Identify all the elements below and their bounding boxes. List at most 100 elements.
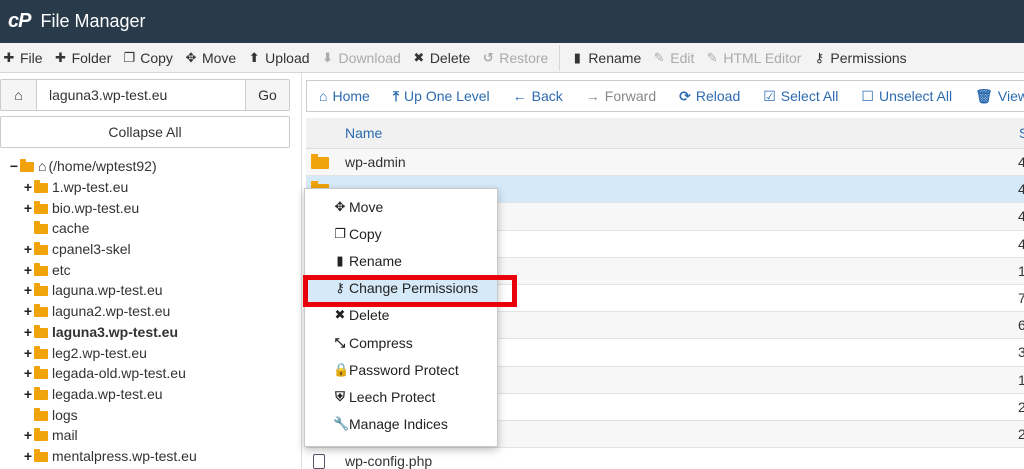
column-header-size[interactable]: S — [1019, 125, 1024, 141]
ctx-leech-protect[interactable]: ⛨ Leech Protect — [305, 383, 497, 410]
table-row[interactable]: wp-admin 4 — [306, 149, 1024, 177]
tree-item-label: laguna2.wp-test.eu — [52, 303, 171, 320]
tree-item-label: legada.wp-test.eu — [52, 385, 163, 402]
tree-item[interactable]: + cpanel3-skel — [0, 239, 300, 260]
ctx-change-permissions[interactable]: ⚷ Change Permissions — [305, 274, 497, 302]
x-icon: ✖ — [413, 49, 425, 65]
collapse-icon[interactable]: − — [8, 158, 20, 174]
tree-item[interactable]: + bio.wp-test.eu — [0, 197, 300, 218]
menu-item-label: Delete — [349, 307, 390, 324]
tree-item[interactable]: + leg2.wp-test.eu — [0, 342, 300, 363]
ctx-rename[interactable]: ▮ Rename — [305, 247, 497, 274]
restore-button[interactable]: ↺ Restore — [481, 43, 559, 72]
expand-icon[interactable]: + — [22, 365, 34, 381]
table-row[interactable]: wp-config.php — [306, 448, 1024, 469]
ctx-copy[interactable]: ❐ Copy — [305, 220, 497, 247]
reload-button[interactable]: ⟳ Reload — [679, 88, 740, 105]
tree-item[interactable]: + legada-old.wp-test.eu — [0, 363, 300, 384]
tree-item[interactable]: cache — [0, 218, 300, 239]
expand-icon[interactable]: + — [22, 241, 34, 257]
folder-icon — [34, 221, 48, 235]
new-folder-button[interactable]: ✚ Folder — [54, 43, 123, 72]
tree-item[interactable]: + mail — [0, 425, 300, 446]
download-button[interactable]: ⬇ Download — [321, 43, 412, 72]
tree-item-label: cache — [52, 220, 90, 237]
context-menu: ✥ Move ❐ Copy ▮ Rename ⚷ Change Permissions ✖ Del… — [304, 188, 498, 447]
tree-item[interactable]: logs — [0, 404, 300, 425]
column-header-name[interactable]: Name — [345, 125, 382, 141]
ctx-move[interactable]: ✥ Move — [305, 193, 497, 220]
file-size: 1 — [1018, 262, 1024, 279]
home-button[interactable]: ⌂ Home — [319, 88, 370, 104]
move-button[interactable]: ✥ Move — [184, 43, 247, 72]
html-editor-button[interactable]: ✎ HTML Editor — [705, 43, 812, 72]
expand-icon[interactable]: + — [22, 448, 34, 464]
expand-icon[interactable]: + — [22, 262, 34, 278]
toolbar-label: Move — [201, 49, 237, 66]
file-name[interactable]: wp-admin — [345, 154, 406, 170]
home-icon: ⌂ — [319, 88, 328, 104]
expand-icon[interactable]: + — [22, 200, 34, 216]
folder-icon — [34, 242, 48, 256]
permissions-button[interactable]: ⚷ Permissions — [812, 43, 917, 72]
copy-button[interactable]: ❐ Copy — [122, 43, 184, 72]
tree-item[interactable]: + etc — [0, 259, 300, 280]
ctx-compress[interactable]: ⤡ Compress — [305, 329, 497, 356]
expand-icon[interactable]: + — [22, 179, 34, 195]
expand-icon[interactable]: + — [22, 427, 34, 443]
cpanel-logo[interactable]: cP — [8, 10, 31, 33]
ctx-password-protect[interactable]: 🔒 Password Protect — [305, 356, 497, 383]
go-button[interactable]: Go — [245, 80, 289, 110]
up-one-level-button[interactable]: ⤒ Up One Level — [393, 88, 490, 105]
refresh-icon: ⟳ — [679, 87, 691, 104]
folder-icon — [34, 283, 48, 297]
tree-item-label: laguna3.wp-test.eu — [52, 323, 179, 340]
tree-item[interactable]: + mentalpress.wp-test.eu — [0, 446, 300, 467]
delete-button[interactable]: ✖ Delete — [412, 43, 481, 72]
back-button[interactable]: ← Back — [513, 88, 563, 104]
new-file-button[interactable]: ✚ File — [0, 43, 54, 72]
collapse-all-button[interactable]: Collapse All — [0, 116, 290, 148]
move-arrows-icon: ✥ — [185, 49, 197, 65]
tree-item[interactable]: − ⌂ (/home/wptest92) — [0, 156, 300, 177]
ctx-delete[interactable]: ✖ Delete — [305, 302, 497, 329]
folder-icon — [34, 407, 48, 421]
toolbar-label: Rename — [588, 49, 642, 66]
move-arrows-icon: ✥ — [334, 198, 346, 214]
key-icon: ⚷ — [335, 280, 345, 296]
tree-item[interactable]: + legada.wp-test.eu — [0, 384, 300, 405]
path-input[interactable] — [37, 80, 245, 110]
top-header: cP File Manager — [0, 0, 1024, 43]
edit-button[interactable]: ✎ Edit — [652, 43, 705, 72]
upload-icon: ⬆ — [248, 49, 260, 65]
tree-item[interactable]: + laguna2.wp-test.eu — [0, 301, 300, 322]
expand-icon[interactable]: + — [22, 324, 34, 340]
expand-icon[interactable]: + — [22, 303, 34, 319]
select-all-button[interactable]: ☑ Select All — [763, 88, 838, 105]
expand-icon[interactable]: + — [22, 345, 34, 361]
expand-icon[interactable]: + — [22, 282, 34, 298]
toolbar-label: Upload — [265, 49, 310, 66]
table-header: Name S — [306, 118, 1024, 149]
tree-item[interactable]: + laguna.wp-test.eu — [0, 280, 300, 301]
file-name[interactable]: wp-config.php — [345, 453, 432, 469]
tree-item[interactable]: +1.wp-test.eu — [0, 177, 300, 198]
compress-icon: ⤡ — [334, 334, 346, 350]
shield-icon: ⛨ — [335, 388, 345, 404]
tree-item-label: mail — [52, 427, 78, 444]
expand-icon[interactable]: + — [22, 386, 34, 402]
rename-button[interactable]: ▮ Rename — [570, 43, 652, 72]
home-icon[interactable]: ⌂ — [1, 80, 37, 110]
unselect-all-button[interactable]: ☐ Unselect All — [861, 88, 952, 105]
ctx-manage-indices[interactable]: 🔧 Manage Indices — [305, 411, 497, 438]
tree-item[interactable]: + laguna3.wp-test.eu — [0, 322, 300, 343]
nav-label: Forward — [604, 88, 657, 104]
file-size: 7 — [1018, 290, 1024, 307]
tree-item-label: (/home/wptest92) — [48, 158, 157, 175]
menu-item-label: Rename — [349, 252, 402, 269]
main-toolbar: ✚ File ✚ Folder ❐ Copy ✥ Move ⬆ Upload ⬇ Download ✖ D… — [0, 43, 1024, 73]
forward-button[interactable]: → Forward — [586, 88, 656, 104]
level-up-icon: ⤒ — [392, 87, 400, 104]
view-trash-button[interactable]: 🗑View T — [975, 88, 1024, 105]
upload-button[interactable]: ⬆ Upload — [247, 43, 320, 72]
